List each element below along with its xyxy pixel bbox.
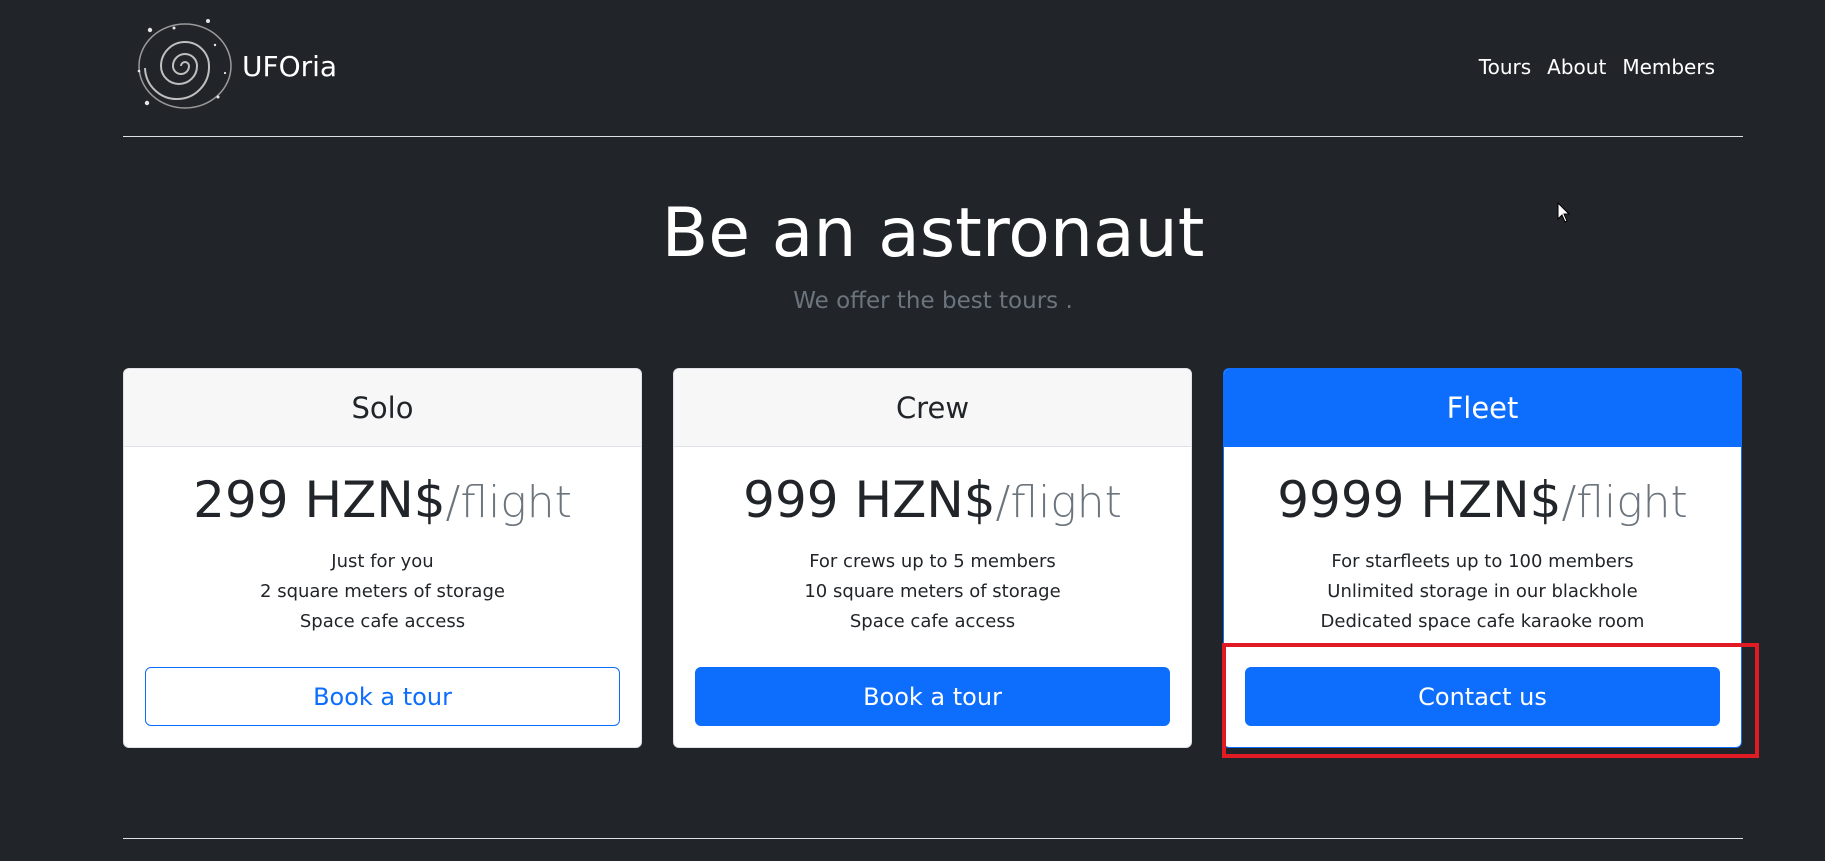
feature-item: Just for you xyxy=(331,551,434,572)
site-header: UFOria Tours About Members xyxy=(123,0,1743,137)
nav-link-about[interactable]: About xyxy=(1539,53,1614,81)
price-amount: 999 HZN$ xyxy=(743,471,996,529)
card-price: 999 HZN$/flight xyxy=(674,469,1191,531)
main-nav: Tours About Members xyxy=(1471,53,1723,81)
feature-item: Space cafe access xyxy=(849,611,1016,632)
feature-item: Dedicated space cafe karaoke room xyxy=(1320,611,1645,632)
book-tour-button-solo[interactable]: Book a tour xyxy=(145,667,620,726)
feature-item: Unlimited storage in our blackhole xyxy=(1327,581,1638,602)
price-period: /flight xyxy=(445,477,572,528)
price-period: /flight xyxy=(1561,477,1688,528)
page-title: Be an astronaut xyxy=(661,194,1205,273)
feature-item: 10 square meters of storage xyxy=(804,581,1061,602)
card-title: Crew xyxy=(674,369,1191,447)
book-tour-button-crew[interactable]: Book a tour xyxy=(695,667,1170,726)
card-title: Solo xyxy=(124,369,641,447)
feature-item: For crews up to 5 members xyxy=(809,551,1056,572)
pricing-card-crew: Crew 999 HZN$/flight For crews up to 5 m… xyxy=(673,368,1192,748)
feature-list: For crews up to 5 members 10 square mete… xyxy=(674,547,1191,637)
brand-name: UFOria xyxy=(242,49,338,83)
pricing-card-solo: Solo 299 HZN$/flight Just for you 2 squa… xyxy=(123,368,642,748)
brand-link[interactable]: UFOria xyxy=(130,13,337,119)
spiral-galaxy-logo-icon xyxy=(137,19,232,109)
feature-list: Just for you 2 square meters of storage … xyxy=(124,547,641,637)
feature-item: Space cafe access xyxy=(299,611,466,632)
price-amount: 9999 HZN$ xyxy=(1277,471,1562,529)
card-price: 9999 HZN$/flight xyxy=(1224,469,1741,531)
mouse-pointer-icon xyxy=(1557,202,1571,223)
card-price: 299 HZN$/flight xyxy=(124,469,641,531)
footer-divider xyxy=(123,838,1743,839)
feature-list: For starfleets up to 100 members Unlimit… xyxy=(1224,547,1741,637)
highlight-box xyxy=(1222,643,1759,758)
price-amount: 299 HZN$ xyxy=(193,471,446,529)
page-subtitle: We offer the best tours . xyxy=(793,288,1073,314)
price-period: /flight xyxy=(995,477,1122,528)
feature-item: 2 square meters of storage xyxy=(260,581,505,602)
nav-link-tours[interactable]: Tours xyxy=(1471,53,1539,81)
feature-item: For starfleets up to 100 members xyxy=(1331,551,1634,572)
card-title: Fleet xyxy=(1224,369,1741,447)
nav-link-members[interactable]: Members xyxy=(1614,53,1723,81)
